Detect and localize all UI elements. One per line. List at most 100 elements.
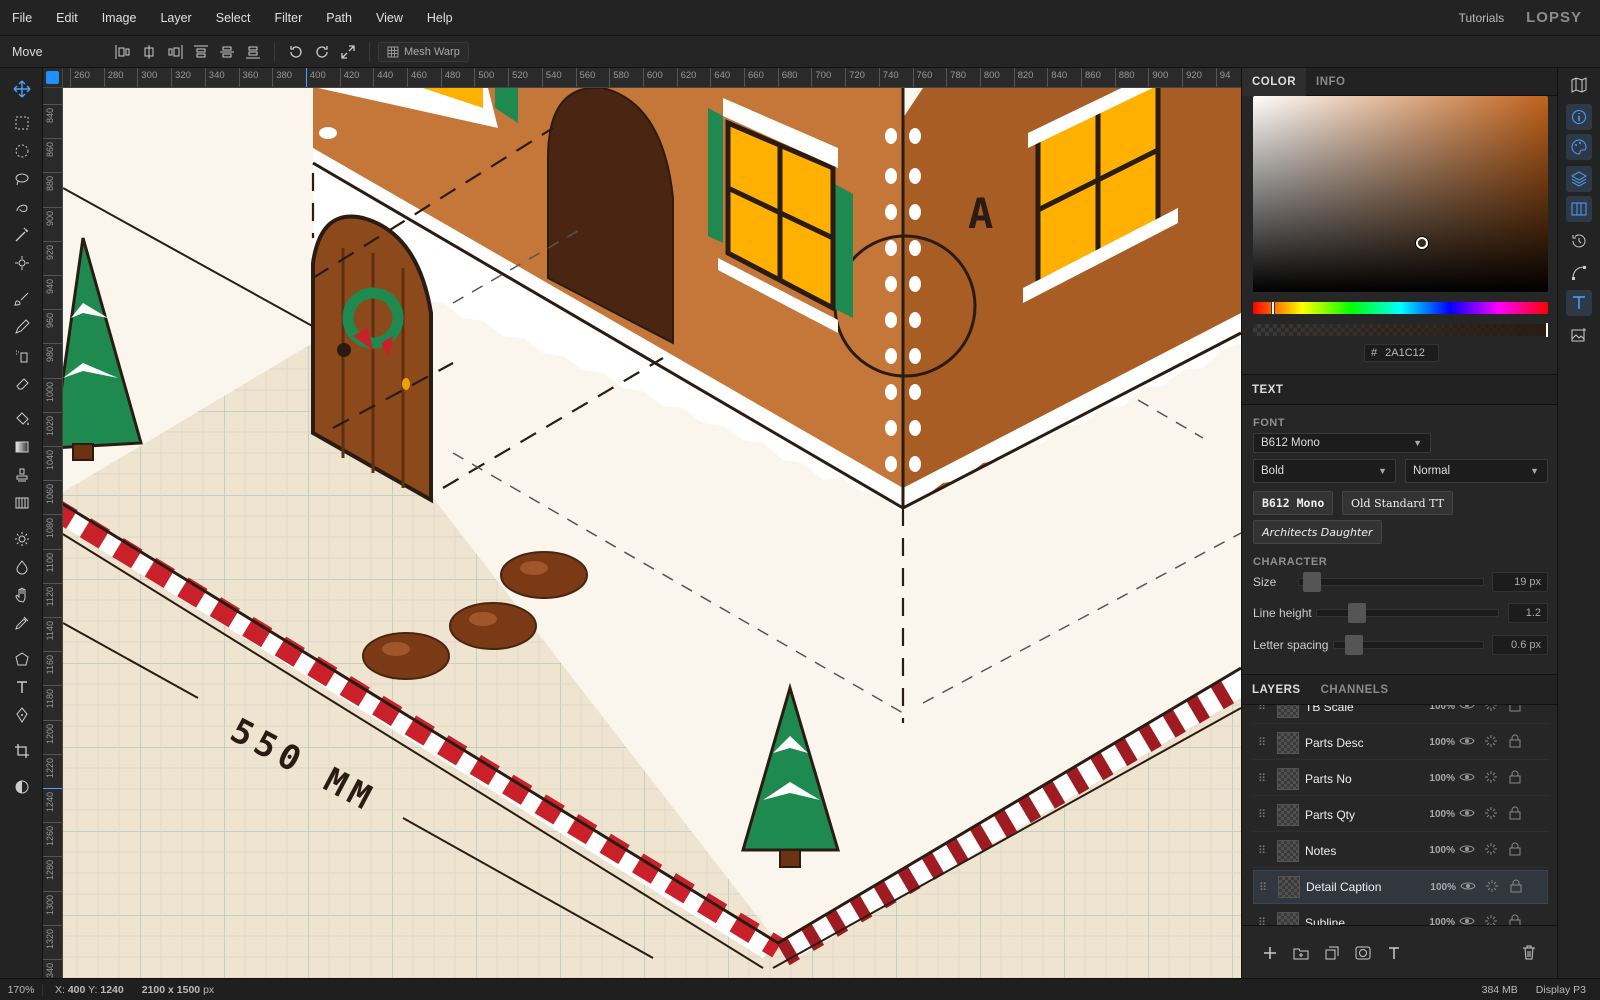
crop-icon[interactable] — [7, 738, 37, 764]
eye-icon[interactable] — [1455, 807, 1479, 822]
layer-opacity[interactable]: 100% — [1415, 737, 1455, 748]
mask-icon[interactable] — [1347, 941, 1378, 965]
eraser-icon[interactable] — [7, 370, 37, 396]
align-right-icon[interactable] — [162, 40, 188, 64]
line-height-slider-handle[interactable] — [1348, 603, 1366, 623]
move-tool-icon[interactable] — [7, 76, 37, 102]
tab-layers[interactable]: LAYERS — [1242, 676, 1311, 704]
new-group-icon[interactable] — [1285, 941, 1316, 965]
magnetic-lasso-icon[interactable] — [7, 194, 37, 220]
line-height-slider[interactable] — [1316, 609, 1499, 617]
effects-icon[interactable] — [1480, 879, 1504, 896]
lock-icon[interactable] — [1503, 914, 1527, 925]
alpha-handle[interactable] — [1546, 323, 1548, 337]
tutorials-link[interactable]: Tutorials — [1459, 11, 1505, 25]
layer-opacity[interactable]: 100% — [1415, 809, 1455, 820]
eye-icon[interactable] — [1455, 735, 1479, 750]
tab-text[interactable]: TEXT — [1242, 376, 1293, 404]
size-slider[interactable] — [1298, 578, 1484, 586]
menu-edit[interactable]: Edit — [44, 11, 90, 25]
lock-icon[interactable] — [1503, 734, 1527, 751]
smudge-icon[interactable] — [7, 554, 37, 580]
info-icon[interactable] — [1566, 104, 1592, 130]
text-tool-icon[interactable] — [7, 674, 37, 700]
hand-icon[interactable] — [7, 582, 37, 608]
drag-handle-icon[interactable]: ⠿ — [1253, 808, 1271, 821]
font-weight-select[interactable]: Bold ▼ — [1253, 459, 1396, 483]
text-layer-icon[interactable] — [1378, 941, 1409, 965]
eye-icon[interactable] — [1455, 843, 1479, 858]
menu-layer[interactable]: Layer — [148, 11, 203, 25]
history-icon[interactable] — [1566, 228, 1592, 254]
menu-filter[interactable]: Filter — [262, 11, 314, 25]
hue-handle[interactable] — [1271, 301, 1275, 315]
layer-opacity[interactable]: 100% — [1415, 845, 1455, 856]
lock-icon[interactable] — [1503, 705, 1527, 715]
zoom-level[interactable]: 170% — [0, 983, 43, 996]
font-preset-architects-daughter[interactable]: Architects Daughter — [1253, 520, 1382, 544]
ruler-origin-button[interactable] — [46, 71, 59, 84]
hue-slider[interactable] — [1253, 301, 1548, 315]
lock-icon[interactable] — [1504, 879, 1528, 896]
effects-icon[interactable] — [1479, 914, 1503, 925]
effects-icon[interactable] — [1479, 842, 1503, 859]
size-value[interactable]: 19 px — [1492, 572, 1548, 592]
effects-icon[interactable] — [1479, 705, 1503, 715]
map-icon[interactable] — [1566, 72, 1592, 98]
lock-icon[interactable] — [1503, 842, 1527, 859]
layer-opacity[interactable]: 100% — [1415, 773, 1455, 784]
lock-icon[interactable] — [1503, 806, 1527, 823]
size-slider-handle[interactable] — [1303, 572, 1321, 592]
eye-icon[interactable] — [1455, 705, 1479, 714]
palette-icon[interactable] — [1566, 134, 1592, 160]
gradient-icon[interactable] — [7, 434, 37, 460]
brush-icon[interactable] — [7, 286, 37, 312]
line-height-value[interactable]: 1.2 — [1508, 603, 1548, 623]
drag-handle-icon[interactable]: ⠿ — [1253, 916, 1271, 925]
effects-icon[interactable] — [1479, 734, 1503, 751]
image-adjust-icon[interactable] — [1566, 322, 1592, 348]
font-select[interactable]: B612 Mono ▼ — [1253, 433, 1431, 453]
menu-help[interactable]: Help — [415, 11, 465, 25]
eye-icon[interactable] — [1455, 915, 1479, 925]
layer-row[interactable]: ⠿ Parts Desc 100% — [1253, 726, 1548, 760]
font-preset-b612-mono[interactable]: B612 Mono — [1253, 491, 1334, 515]
paint-bucket-icon[interactable] — [7, 406, 37, 432]
menu-path[interactable]: Path — [314, 11, 364, 25]
layer-opacity[interactable]: 100% — [1415, 705, 1455, 712]
hex-field[interactable]: # 2A1C12 — [1364, 344, 1439, 362]
menu-view[interactable]: View — [364, 11, 415, 25]
text-panel-icon[interactable] — [1566, 290, 1592, 316]
layer-opacity[interactable]: 100% — [1415, 917, 1455, 925]
tab-channels[interactable]: CHANNELS — [1311, 676, 1399, 704]
dodge-icon[interactable] — [7, 526, 37, 552]
drag-handle-icon[interactable]: ⠿ — [1253, 736, 1271, 749]
alpha-slider[interactable] — [1253, 323, 1548, 337]
letter-spacing-value[interactable]: 0.6 px — [1492, 635, 1548, 655]
spray-icon[interactable] — [7, 342, 37, 368]
align-left-icon[interactable] — [110, 40, 136, 64]
pattern-icon[interactable] — [7, 490, 37, 516]
font-style-select[interactable]: Normal ▼ — [1405, 459, 1548, 483]
trash-icon[interactable] — [1513, 941, 1544, 965]
layer-row[interactable]: ⠿ Detail Caption 100% — [1253, 870, 1548, 904]
layer-row[interactable]: ⠿ TB Scale 100% — [1253, 705, 1548, 724]
paths-icon[interactable] — [1566, 260, 1592, 286]
letter-spacing-slider-handle[interactable] — [1345, 635, 1363, 655]
layer-row[interactable]: ⠿ Parts Qty 100% — [1253, 798, 1548, 832]
pencil-icon[interactable] — [7, 314, 37, 340]
menu-select[interactable]: Select — [204, 11, 263, 25]
mesh-warp-button[interactable]: Mesh Warp — [378, 41, 469, 62]
eyedropper-icon[interactable] — [7, 610, 37, 636]
layer-opacity[interactable]: 100% — [1416, 882, 1456, 893]
canvas-area[interactable]: 550 MM A — [63, 88, 1241, 978]
color-cursor[interactable] — [1416, 237, 1428, 249]
drag-handle-icon[interactable]: ⠿ — [1253, 705, 1271, 713]
expand-icon[interactable] — [335, 40, 361, 64]
rect-select-icon[interactable] — [7, 110, 37, 136]
rotate-cw-icon[interactable] — [309, 40, 335, 64]
effects-icon[interactable] — [1479, 806, 1503, 823]
align-center-v-icon[interactable] — [214, 40, 240, 64]
align-center-h-icon[interactable] — [136, 40, 162, 64]
layer-row[interactable]: ⠿ Notes 100% — [1253, 834, 1548, 868]
